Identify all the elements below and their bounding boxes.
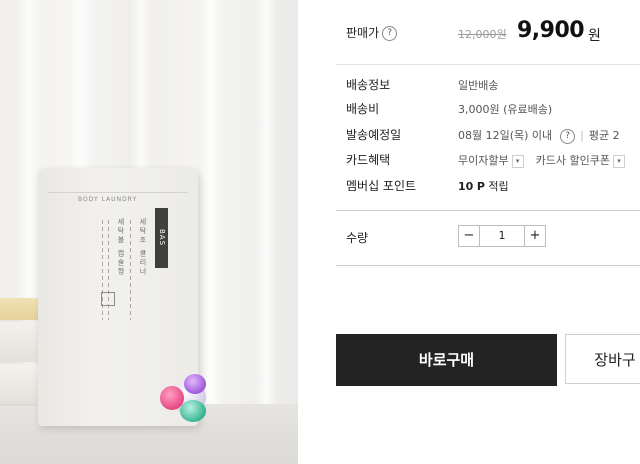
buy-now-button[interactable]: 바로구매 [336, 334, 557, 386]
quantity-increase-button[interactable]: + [525, 226, 545, 246]
sale-price: 9,900 [517, 18, 585, 43]
help-icon[interactable]: ? [382, 26, 398, 41]
divider [336, 210, 640, 211]
membership-label: 멤버십 포인트 [346, 179, 417, 193]
card-option-coupon[interactable]: 카드사 할인쿠폰 [536, 154, 610, 167]
pouch-text-line [130, 220, 131, 320]
sale-price-unit: 원 [588, 28, 601, 44]
card-option-installment[interactable]: 무이자할부 [458, 154, 509, 167]
pouch-text-column: 세탁조 클리너 [139, 218, 147, 277]
chevron-down-icon[interactable]: ▾ [511, 154, 524, 168]
divider [336, 265, 640, 266]
laundry-pods [150, 360, 220, 430]
pod-green [180, 400, 206, 422]
membership-points-row: 10 P 적립 [458, 178, 509, 194]
card-benefit-row: 무이자할부 ▾ 카드사 할인쿠폰 ▾ [458, 152, 625, 168]
shipping-fee-value: 3,000원 (유료배송) [458, 103, 553, 116]
pod-purple [184, 374, 206, 394]
shipping-fee-label: 배송비 [346, 102, 380, 116]
help-icon[interactable]: ? [560, 128, 576, 144]
expected-date-value: 08월 12일(목) 이내 [458, 129, 553, 142]
add-to-cart-button[interactable]: 장바구 [565, 334, 640, 384]
pouch-seal-line [48, 192, 188, 193]
pouch-brand-text: BODY LAUNDRY [78, 196, 138, 203]
membership-points: 10 [458, 180, 474, 193]
shipping-info-value: 일반배송 [458, 79, 499, 92]
expected-date-row: 08월 12일(목) 이내? | 평균 2 [458, 127, 620, 144]
curtain-highlight [255, 0, 277, 464]
pouch-text-column: 세탁볼 캡슐형 [117, 218, 125, 277]
membership-points-unit: P [476, 180, 485, 193]
expected-average: 평균 2 [588, 129, 620, 142]
separator: | [580, 129, 584, 142]
chevron-down-icon[interactable]: ▾ [612, 154, 625, 168]
original-price: 12,000원 [458, 28, 507, 41]
pouch-tag: BAS [155, 208, 168, 268]
product-image: BODY LAUNDRY BAS 세탁볼 캡슐형 세탁조 클리너 [0, 0, 298, 464]
quantity-input[interactable]: 1 [479, 226, 525, 246]
product-info-panel: 판매가? 12,000원 9,900 원 배송정보 일반배송 배송비 3,000… [336, 0, 640, 464]
quantity-label: 수량 [346, 231, 369, 245]
quantity-decrease-button[interactable]: − [459, 226, 479, 246]
divider [336, 64, 640, 65]
shipping-info-label: 배송정보 [346, 78, 391, 92]
quantity-stepper[interactable]: − 1 + [458, 225, 546, 247]
membership-points-suffix: 적립 [488, 180, 509, 193]
price-row: 판매가? [346, 24, 398, 41]
card-benefit-label: 카드혜택 [346, 153, 391, 167]
expected-date-label: 발송예정일 [346, 128, 402, 142]
price-label: 판매가 [346, 26, 380, 40]
pouch-logo-mark [101, 292, 115, 306]
